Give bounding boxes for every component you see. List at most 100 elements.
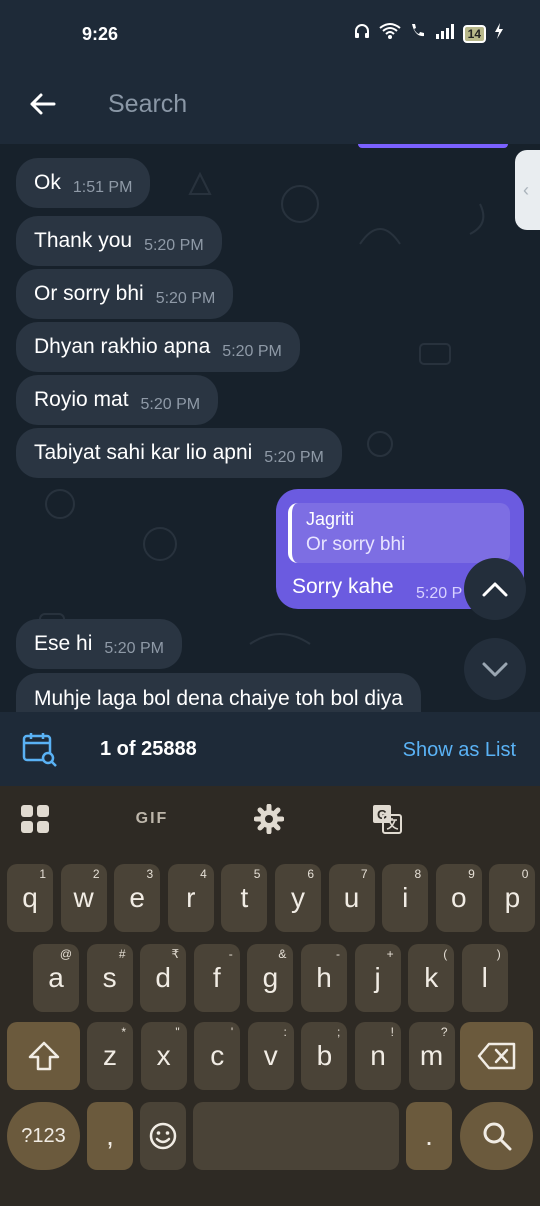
key-label: t xyxy=(240,882,249,913)
wifi-calling-icon xyxy=(409,22,427,45)
letter-key[interactable]: u7 xyxy=(328,864,375,932)
key-hint: * xyxy=(121,1025,126,1039)
period-key[interactable]: . xyxy=(406,1102,452,1170)
backspace-icon xyxy=(477,1042,515,1070)
letter-key[interactable]: v: xyxy=(247,1022,294,1090)
key-hint: ) xyxy=(496,947,501,961)
letter-key[interactable]: s # xyxy=(86,944,133,1012)
key-hint: ; xyxy=(337,1025,341,1039)
key-hint: 2 xyxy=(92,867,100,881)
message-bubble[interactable]: Ok 1:51 PM xyxy=(16,158,151,208)
wifi-icon xyxy=(379,22,401,45)
message-bubble[interactable]: Or sorry bhi 5:20 PM xyxy=(16,269,234,319)
back-arrow-icon xyxy=(30,93,56,115)
search-key[interactable] xyxy=(460,1102,533,1170)
chevron-up-icon xyxy=(482,582,508,597)
key-label: a xyxy=(48,962,64,993)
letter-key[interactable]: d ₹ xyxy=(140,944,187,1012)
calendar-search-button[interactable] xyxy=(20,730,60,770)
key-label: y xyxy=(291,882,305,913)
letter-key[interactable]: p0 xyxy=(489,864,536,932)
message-text: Royio mat xyxy=(34,388,129,411)
letter-key[interactable]: a @ xyxy=(33,944,79,1012)
chat-area[interactable]: ‹ Ok 1:51 PM Thank you 5:20 PM Or sorry … xyxy=(0,144,540,712)
status-bar: 9:26 14 xyxy=(0,0,540,64)
letter-key[interactable]: r4 xyxy=(167,864,214,932)
previous-message-edge xyxy=(358,144,508,148)
message-bubble[interactable]: Thank you 5:20 PM xyxy=(16,216,222,266)
message-text: Thank you xyxy=(34,229,133,252)
letter-key[interactable]: l) xyxy=(461,944,508,1012)
key-hint: " xyxy=(175,1025,180,1039)
letter-key[interactable]: i8 xyxy=(382,864,429,932)
key-hint: 8 xyxy=(414,867,422,881)
shift-key[interactable] xyxy=(7,1022,80,1090)
key-hint: - xyxy=(336,947,340,961)
letter-key[interactable]: y6 xyxy=(275,864,321,932)
translate-button[interactable]: G xyxy=(370,802,404,836)
symbols-key[interactable]: ?123 xyxy=(7,1102,80,1170)
letter-key[interactable]: h- xyxy=(301,944,347,1012)
search-next-button[interactable] xyxy=(464,638,526,700)
show-as-list-button[interactable]: Show as List xyxy=(403,739,516,762)
letter-key[interactable]: x " xyxy=(140,1022,187,1090)
message-bubble[interactable]: Dhyan rakhio apna 5:20 PM xyxy=(16,322,300,372)
message-bubble[interactable]: Ese hi 5:20 PM xyxy=(16,619,182,669)
key-label: w xyxy=(73,882,94,913)
key-label: q xyxy=(22,882,38,913)
letter-key[interactable]: w2 xyxy=(60,864,107,932)
message-time: 5:20 P xyxy=(416,585,463,602)
chevron-down-icon xyxy=(482,662,508,677)
backspace-key[interactable] xyxy=(460,1022,533,1090)
letter-key[interactable]: b; xyxy=(301,1022,348,1090)
key-hint: 0 xyxy=(521,867,529,881)
letter-key[interactable]: q1 xyxy=(7,864,53,932)
gif-button[interactable]: GIF xyxy=(130,802,174,836)
key-label: n xyxy=(370,1040,386,1071)
search-icon xyxy=(483,1122,511,1151)
keyboard: GIF G q1w2e3r4t5y6u7i8o9p0 a @ s # d ₹ f - g & h - j… xyxy=(0,786,540,1206)
key-hint: ' xyxy=(230,1025,234,1039)
key-hint: - xyxy=(228,947,233,961)
emoji-key[interactable] xyxy=(140,1102,186,1170)
key-label: l xyxy=(481,962,488,993)
letter-key[interactable]: n! xyxy=(355,1022,401,1090)
settings-button[interactable] xyxy=(252,802,286,836)
key-label: i xyxy=(402,882,409,913)
message-time: 5:20 PM xyxy=(155,290,216,307)
reply-quote[interactable]: Jagriti Or sorry bhi xyxy=(288,503,510,563)
key-label: z xyxy=(103,1040,117,1071)
calendar-search-icon xyxy=(22,733,57,767)
status-time: 9:26 xyxy=(82,24,119,44)
key-label: o xyxy=(451,882,467,913)
letter-key[interactable]: z * xyxy=(87,1022,133,1090)
letter-key[interactable]: c ' xyxy=(194,1022,241,1090)
search-input[interactable] xyxy=(108,84,508,124)
message-time: 5:20 PM xyxy=(104,640,164,657)
letter-key[interactable]: f- xyxy=(193,944,240,1012)
letter-key[interactable]: k( xyxy=(408,944,455,1012)
apps-grid-button[interactable] xyxy=(18,802,52,836)
key-hint: & xyxy=(278,947,287,961)
message-bubble[interactable]: Muhje laga bol dena chaiye toh bol diya xyxy=(16,673,421,712)
keyboard-toolbar: GIF G xyxy=(0,786,540,852)
message-bubble[interactable]: Tabiyat sahi kar lio apni 5:20 PM xyxy=(16,428,342,478)
grid-icon xyxy=(21,805,49,833)
letter-key[interactable]: e3 xyxy=(114,864,161,932)
letter-key[interactable]: o9 xyxy=(435,864,482,932)
key-hint: 5 xyxy=(253,867,261,881)
message-bubble[interactable]: Royio mat 5:20 PM xyxy=(16,375,219,425)
side-panel-handle[interactable]: ‹ xyxy=(515,150,540,230)
letter-key[interactable]: m? xyxy=(408,1022,455,1090)
key-label: d xyxy=(155,962,171,993)
key-label: f xyxy=(212,962,221,993)
letter-key[interactable]: t5 xyxy=(221,864,268,932)
search-prev-button[interactable] xyxy=(464,558,526,620)
letter-key[interactable]: j + xyxy=(354,944,401,1012)
back-button[interactable] xyxy=(22,84,62,124)
space-key[interactable] xyxy=(193,1102,399,1170)
letter-key[interactable]: g & xyxy=(247,944,294,1012)
battery-indicator: 14 xyxy=(462,24,486,43)
key-label: r xyxy=(186,882,196,913)
comma-key[interactable]: , xyxy=(87,1102,133,1170)
